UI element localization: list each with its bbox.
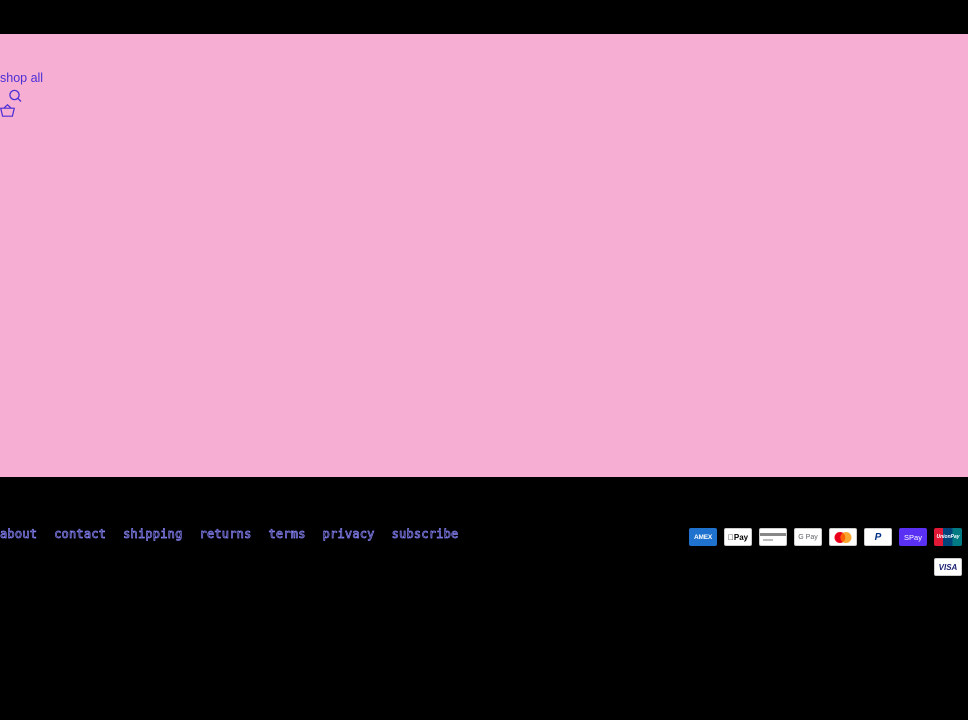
nav-link-shop-all[interactable]: shop all bbox=[0, 71, 43, 85]
footer-link-subscribe[interactable]: subscribe bbox=[391, 527, 458, 542]
amex-icon: AMEX bbox=[689, 528, 717, 546]
footer-link-contact[interactable]: contact bbox=[54, 527, 106, 542]
basket-icon[interactable] bbox=[0, 104, 15, 117]
footer-link-privacy[interactable]: privacy bbox=[322, 527, 374, 542]
visa-icon: VISA bbox=[934, 558, 962, 576]
main-content: shop all bbox=[0, 34, 968, 477]
google-pay-icon: G Pay bbox=[794, 528, 822, 546]
footer: about contact shipping returns terms pri… bbox=[0, 477, 968, 720]
generic-card-icon bbox=[759, 528, 787, 546]
footer-link-returns[interactable]: returns bbox=[199, 527, 251, 542]
union-pay-icon: UnionPay bbox=[934, 528, 962, 546]
payment-methods: AMEX Pay G Pay P bbox=[670, 528, 962, 588]
footer-nav: about contact shipping returns terms pri… bbox=[0, 527, 475, 542]
footer-link-shipping[interactable]: shipping bbox=[123, 527, 183, 542]
paypal-icon: P bbox=[864, 528, 892, 546]
apple-pay-icon: Pay bbox=[724, 528, 752, 546]
mastercard-icon bbox=[829, 528, 857, 546]
footer-link-terms[interactable]: terms bbox=[268, 527, 306, 542]
shop-pay-icon: S Pay bbox=[899, 528, 927, 546]
search-icon[interactable] bbox=[8, 89, 22, 103]
footer-link-about[interactable]: about bbox=[0, 527, 37, 542]
announcement-bar bbox=[0, 0, 968, 34]
